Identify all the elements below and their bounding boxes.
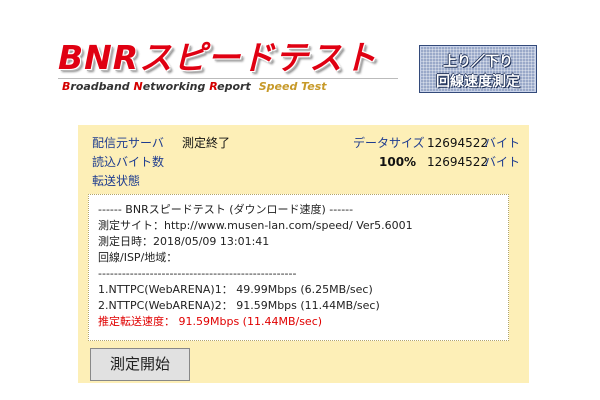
- data-size-unit: バイト: [484, 136, 521, 150]
- updown-button-line1: 上り／下り: [443, 54, 513, 70]
- data-size-value: 12694522: [427, 136, 489, 150]
- bnr-logo: BNRスピードテスト Broadband Networking Report Sp…: [58, 38, 403, 96]
- server-label: 配信元サーバ: [92, 136, 164, 150]
- result-line: 測定サイト：http://www.musen-lan.com/speed/ Ve…: [98, 219, 413, 232]
- result-line: 1.NTTPC(WebARENA)1： 49.99Mbps (6.25MB/se…: [98, 283, 373, 296]
- server-status: 測定終了: [182, 136, 231, 150]
- result-separator: ----------------------------------------…: [98, 267, 297, 280]
- start-measurement-button[interactable]: 測定開始: [90, 348, 190, 381]
- result-line: 測定日時：2018/05/09 13:01:41: [98, 235, 270, 248]
- result-line: 2.NTTPC(WebARENA)2： 91.59Mbps (11.44MB/s…: [98, 299, 380, 312]
- logo-sub-roadband: roadband: [70, 80, 134, 93]
- read-bytes-label: 読込バイト数: [92, 155, 165, 169]
- logo-sub-n: N: [133, 80, 143, 93]
- logo-title: BNRスピードテスト: [58, 38, 378, 77]
- transfer-status-label: 転送状態: [92, 174, 141, 188]
- logo-sub-speedtest: Speed Test: [258, 80, 327, 93]
- logo-divider: [58, 78, 398, 79]
- logo-sub-eport: eport: [217, 80, 251, 93]
- result-line: 回線/ISP/地域：: [98, 251, 178, 264]
- updown-speed-test-button[interactable]: 上り／下り 回線速度測定: [419, 45, 537, 93]
- data-size-label: データサイズ: [353, 136, 425, 150]
- logo-sub-etworking: etworking: [142, 80, 210, 93]
- estimated-speed: 推定転送速度： 91.59Mbps (11.44MB/sec): [98, 315, 323, 328]
- result-textarea[interactable]: ------ BNRスピードテスト (ダウンロード速度) ------ 測定サイ…: [88, 194, 509, 341]
- speed-test-panel: 配信元サーバ 測定終了 読込バイト数 転送状態 データサイズ 12694522 …: [78, 125, 529, 383]
- updown-button-line2: 回線速度測定: [436, 74, 520, 90]
- result-line: ------ BNRスピードテスト (ダウンロード速度) ------: [98, 203, 354, 216]
- logo-subtitle: Broadband Networking Report Speed Test: [62, 80, 327, 93]
- read-bytes-unit: バイト: [484, 155, 521, 169]
- progress-percent: 100%: [379, 155, 417, 169]
- read-bytes-value: 12694522: [427, 155, 489, 169]
- logo-sub-r: R: [209, 80, 218, 93]
